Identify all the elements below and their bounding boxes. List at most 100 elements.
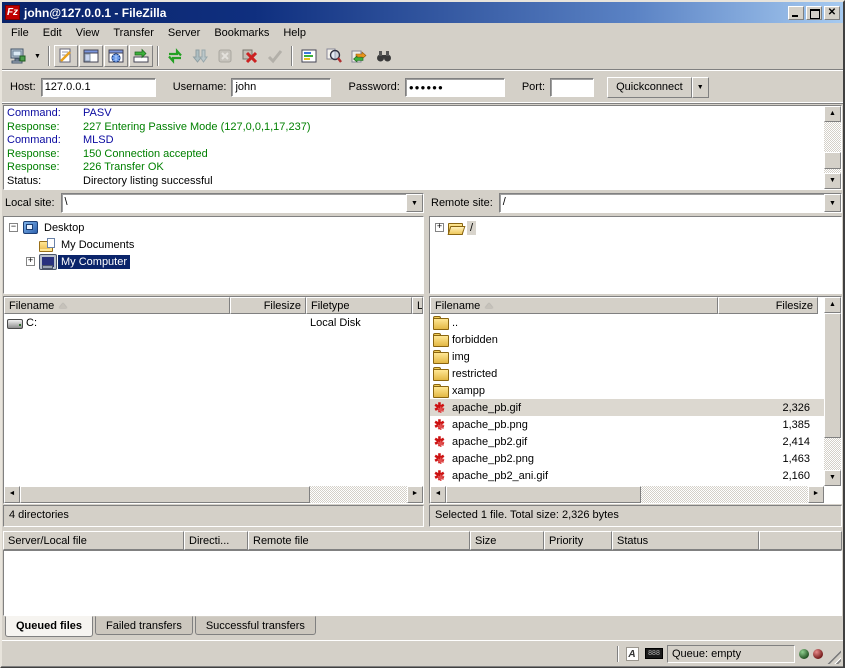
queue-tab[interactable]: Successful transfers	[195, 616, 316, 635]
scroll-up-icon[interactable]: ▲	[824, 297, 841, 313]
file-row[interactable]: ..	[430, 314, 824, 331]
tree-expander-icon[interactable]	[9, 223, 18, 232]
username-input[interactable]	[231, 78, 331, 97]
sort-ascending-icon	[485, 303, 493, 308]
log-line: Command: MLSD	[7, 134, 824, 148]
menu-item[interactable]: View	[69, 25, 107, 41]
cancel-operation-button[interactable]	[213, 45, 237, 67]
chevron-down-icon[interactable]: ▼	[406, 194, 423, 212]
synchronized-browsing-button[interactable]	[347, 45, 371, 67]
queue-list[interactable]	[3, 550, 842, 616]
log-scrollbar[interactable]: ▲ ▼	[824, 106, 841, 189]
remote-vertical-scrollbar[interactable]: ▲ ▼	[824, 297, 841, 486]
titlebar[interactable]: Fz john@127.0.0.1 - FileZilla	[2, 2, 843, 23]
column-header[interactable]: Filesize	[718, 297, 818, 314]
menu-item[interactable]: File	[4, 25, 36, 41]
maximize-button[interactable]	[806, 6, 822, 20]
queue-tab[interactable]: Queued files	[5, 616, 93, 637]
scroll-thumb[interactable]	[446, 486, 641, 503]
file-row[interactable]: apache_pb2_ani.gif 2,160	[430, 467, 824, 484]
tree-item[interactable]: Desktop	[6, 219, 423, 236]
queue-column-header[interactable]	[759, 531, 842, 550]
remote-site-combobox[interactable]: / ▼	[499, 193, 842, 213]
host-input[interactable]	[41, 78, 156, 97]
site-manager-dropdown-button[interactable]: ▼	[31, 45, 44, 67]
toolbar-separator	[157, 46, 159, 66]
file-row[interactable]: apache_pb2.gif 2,414	[430, 433, 824, 450]
scroll-up-icon[interactable]: ▲	[824, 106, 841, 122]
column-header[interactable]: Filetype	[306, 297, 412, 314]
scroll-right-icon[interactable]: ►	[407, 486, 423, 503]
scroll-left-icon[interactable]: ◄	[430, 486, 446, 503]
file-row[interactable]: xampp	[430, 382, 824, 399]
chevron-down-icon[interactable]: ▼	[824, 194, 841, 212]
reconnect-button[interactable]	[263, 45, 287, 67]
toggle-remote-tree-button[interactable]	[104, 45, 128, 67]
queue-column-header[interactable]: Directi...	[184, 531, 248, 550]
menu-item[interactable]: Edit	[36, 25, 69, 41]
statusbar-divider	[617, 646, 619, 662]
tree-expander-icon[interactable]	[435, 223, 444, 232]
find-files-button[interactable]	[372, 45, 396, 67]
toggle-local-tree-button[interactable]	[79, 45, 103, 67]
site-manager-button[interactable]	[6, 45, 30, 67]
column-header[interactable]: Filename	[430, 297, 718, 314]
refresh-button[interactable]	[163, 45, 187, 67]
scroll-thumb[interactable]	[824, 152, 841, 169]
file-row[interactable]: apache_pb2.png 1,463	[430, 450, 824, 467]
scroll-down-icon[interactable]: ▼	[824, 173, 841, 189]
password-input[interactable]	[405, 78, 505, 97]
port-input[interactable]	[550, 78, 594, 97]
queue-column-header[interactable]: Priority	[544, 531, 612, 550]
directory-comparison-button[interactable]	[322, 45, 346, 67]
toggle-message-log-button[interactable]	[54, 45, 78, 67]
remote-horizontal-scrollbar[interactable]: ◄ ►	[430, 486, 824, 503]
site-manager-icon	[9, 47, 27, 65]
toggle-transfer-queue-button[interactable]	[129, 45, 153, 67]
tree-item[interactable]: My Computer	[6, 253, 423, 270]
local-horizontal-scrollbar[interactable]: ◄ ►	[4, 486, 423, 503]
menu-item[interactable]: Server	[161, 25, 207, 41]
file-row[interactable]: C: Local Disk	[4, 314, 423, 331]
scroll-thumb[interactable]	[20, 486, 310, 503]
queue-column-header[interactable]: Server/Local file	[3, 531, 184, 550]
tree-item[interactable]: My Documents	[6, 236, 423, 253]
column-header[interactable]: Filename	[4, 297, 230, 314]
message-log-icon	[57, 47, 75, 65]
close-button[interactable]	[824, 6, 840, 20]
statusbar: 888 Queue: empty	[2, 640, 843, 666]
file-row[interactable]: restricted	[430, 365, 824, 382]
scroll-down-icon[interactable]: ▼	[824, 470, 841, 486]
queue-column-header[interactable]: Status	[612, 531, 759, 550]
scroll-thumb[interactable]	[824, 313, 841, 438]
process-queue-button[interactable]	[188, 45, 212, 67]
filter-button[interactable]	[297, 45, 321, 67]
disconnect-button[interactable]	[238, 45, 262, 67]
file-icon	[433, 401, 450, 415]
quickconnect-button[interactable]: Quickconnect	[607, 77, 692, 98]
quickconnect-dropdown-button[interactable]: ▼	[692, 77, 709, 98]
speed-limit-icon[interactable]: 888	[645, 646, 663, 662]
queue-column-header[interactable]: Remote file	[248, 531, 470, 550]
toolbar-separator	[291, 46, 293, 66]
menu-item[interactable]: Help	[276, 25, 313, 41]
scroll-right-icon[interactable]: ►	[808, 486, 824, 503]
queue-column-header[interactable]: Size	[470, 531, 544, 550]
file-row[interactable]: forbidden	[430, 331, 824, 348]
column-header[interactable]: L	[412, 297, 423, 314]
file-row[interactable]: apache_pb.gif 2,326	[430, 399, 824, 416]
tree-expander-icon[interactable]	[26, 257, 35, 266]
local-site-combobox[interactable]: \ ▼	[61, 193, 424, 213]
menu-item[interactable]: Transfer	[106, 25, 161, 41]
file-row[interactable]: img	[430, 348, 824, 365]
minimize-button[interactable]	[788, 6, 804, 20]
resize-grip[interactable]	[827, 650, 841, 664]
menu-item[interactable]: Bookmarks	[207, 25, 276, 41]
queue-tab[interactable]: Failed transfers	[95, 616, 193, 635]
file-row[interactable]: apache_pb.png 1,385	[430, 416, 824, 433]
column-header[interactable]: Filesize	[230, 297, 306, 314]
data-type-ascii-icon[interactable]	[623, 646, 641, 662]
tree-item[interactable]: /	[432, 219, 841, 236]
scroll-left-icon[interactable]: ◄	[4, 486, 20, 503]
synchronized-browsing-icon	[350, 47, 368, 65]
